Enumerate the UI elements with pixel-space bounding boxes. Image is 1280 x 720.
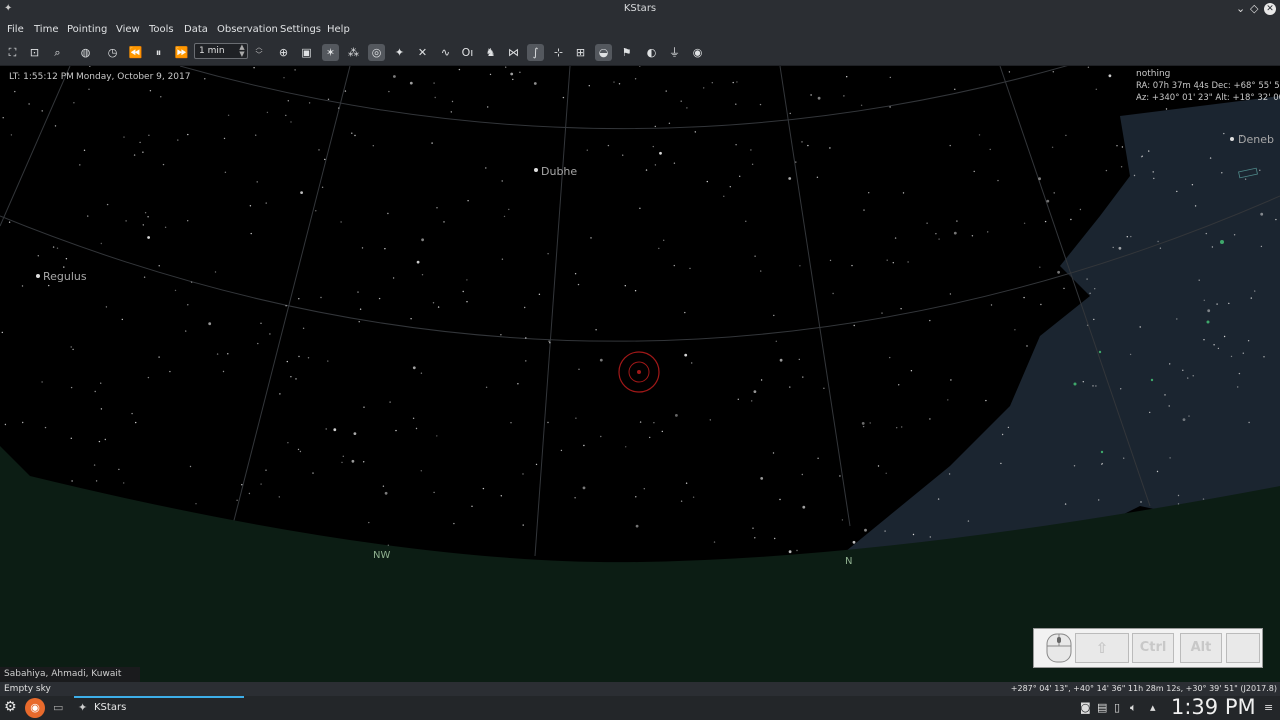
focus-object-name: nothing	[1136, 69, 1171, 79]
time-step-value: 1 min	[199, 46, 225, 56]
menu-observation[interactable]: Observation	[217, 24, 278, 35]
toggle-observing-list-icon[interactable]: ◉	[689, 44, 706, 61]
menu-view[interactable]: View	[116, 24, 140, 35]
toggle-deep-sky-icon[interactable]: ⁂	[345, 44, 362, 61]
find-object-icon[interactable]: ⌕	[49, 44, 66, 61]
sky-map[interactable]: LT: 1:55:12 PM Monday, October 9, 2017 n…	[0, 66, 1280, 682]
status-coordinates: +287° 04' 13", +40° 14' 36" 11h 28m 12s,…	[1010, 684, 1277, 693]
clipboard-icon[interactable]: ▤	[1097, 701, 1107, 714]
deneb-label: Deneb	[1238, 133, 1274, 146]
status-message: Empty sky	[4, 684, 51, 694]
dubhe-star[interactable]	[534, 168, 538, 172]
tray-expand-icon[interactable]: ▴	[1150, 701, 1156, 714]
terminal-icon[interactable]: ▭	[53, 701, 63, 714]
focus-target-icon	[618, 351, 660, 393]
toggle-ground-icon[interactable]: ◒	[595, 44, 612, 61]
minimize-icon[interactable]: ⌄	[1236, 2, 1245, 15]
toggle-supernovae-icon[interactable]: ✦	[391, 44, 408, 61]
toggle-constellation-lines-icon[interactable]: ∿	[437, 44, 454, 61]
ctrl-key: Ctrl	[1132, 633, 1174, 663]
geographic-location-icon[interactable]: ◍	[77, 44, 94, 61]
focus-azalt: Az: +340° 01' 23" Alt: +18° 32' 00"	[1136, 93, 1280, 103]
toggle-constellation-art-icon[interactable]: ♞	[482, 44, 499, 61]
deneb-star[interactable]	[1230, 137, 1234, 141]
toggle-constellation-names-icon[interactable]: Oı	[459, 44, 476, 61]
unit-down-icon[interactable]: ﹀	[254, 52, 264, 59]
status-bar: Empty sky +287° 04' 13", +40° 14' 36" 11…	[0, 682, 1280, 696]
milky-way	[840, 96, 1280, 566]
toggle-hips-icon[interactable]: ◐	[643, 44, 660, 61]
key-mouse-osd: ⇧ Ctrl Alt	[1033, 628, 1263, 668]
regulus-star[interactable]	[36, 274, 40, 278]
compass-n: N	[845, 556, 853, 567]
taskbar-entry-label: KStars	[94, 702, 127, 713]
toggle-milky-way-icon[interactable]: ∫	[527, 44, 544, 61]
alt-key: Alt	[1180, 633, 1222, 663]
panel-menu-icon[interactable]: ≡	[1264, 701, 1273, 714]
device-notifier-icon[interactable]: ▯	[1114, 701, 1120, 714]
menu-pointing[interactable]: Pointing	[67, 24, 107, 35]
main-toolbar: ⛶ ⊡ ⌕ ◍ ◷ ⏪ ⏸ ⏩ ⊕ ▣ ✶ ⁂ ◎ ✦ ✕ ∿ Oı ♞ ⋈ ∫…	[0, 40, 1280, 66]
kstars-tray-icon[interactable]: ◙	[1080, 701, 1091, 714]
menu-help[interactable]: Help	[327, 24, 350, 35]
unit-up-icon[interactable]: ︿	[254, 44, 264, 51]
menu-time[interactable]: Time	[34, 24, 58, 35]
spin-down-icon[interactable]: ▼	[237, 51, 247, 58]
volume-icon[interactable]: 🔈︎	[1130, 701, 1137, 715]
kstars-task-icon: ✦	[78, 701, 88, 714]
dubhe-label: Dubhe	[541, 165, 578, 178]
meta-key	[1226, 633, 1260, 663]
mouse-icon	[1046, 633, 1072, 663]
app-launcher-icon[interactable]: ⚙	[4, 699, 17, 715]
step-forward-icon[interactable]: ⏩	[173, 44, 190, 61]
image-icon[interactable]: ▣	[298, 44, 315, 61]
shift-key: ⇧	[1075, 633, 1129, 663]
toggle-stars-icon[interactable]: ✶	[322, 44, 339, 61]
close-icon[interactable]: ✕	[1264, 3, 1276, 15]
toggle-satellites-icon[interactable]: ✕	[414, 44, 431, 61]
menu-tools[interactable]: Tools	[149, 24, 174, 35]
keep-above-icon[interactable]: ◇	[1250, 2, 1258, 15]
menu-settings[interactable]: Settings	[280, 24, 321, 35]
compass-nw: NW	[373, 550, 391, 561]
location-label: Sabahiya, Ahmadi, Kuwait	[0, 667, 140, 682]
set-time-icon[interactable]: ◷	[104, 44, 121, 61]
toggle-coordinate-grid-icon[interactable]: ⊹	[550, 44, 567, 61]
step-backward-icon[interactable]: ⏪	[127, 44, 144, 61]
pause-clock-icon[interactable]: ⏸	[150, 44, 167, 61]
clock[interactable]: 1:39 PM	[1171, 695, 1256, 719]
local-time: LT: 1:55:12 PM	[9, 72, 74, 82]
taskbar: ⚙ ◉ ▭ ✦ KStars ◙ ▤ ▯ 🔈︎ ▴ 1:39 PM ≡	[0, 695, 1280, 720]
menu-data[interactable]: Data	[184, 24, 208, 35]
toggle-flags-icon[interactable]: ⚑	[618, 44, 635, 61]
toggle-solar-system-icon[interactable]: ◎	[368, 44, 385, 61]
telescope-icon[interactable]: ⊕	[275, 44, 292, 61]
focus-radec: RA: 07h 37m 44s Dec: +68° 55' 57"	[1136, 81, 1280, 91]
sky-canvas[interactable]	[0, 66, 1280, 682]
taskbar-entry-kstars[interactable]: ✦ KStars	[74, 696, 244, 720]
zoom-out-icon[interactable]: ⊡	[26, 44, 43, 61]
toggle-constellation-bounds-icon[interactable]: ⋈	[505, 44, 522, 61]
regulus-label: Regulus	[43, 270, 87, 283]
window-title: KStars	[623, 3, 657, 14]
title-bar: ✦ KStars ⌄ ◇ ✕	[0, 0, 1280, 19]
toggle-horizon-grid-icon[interactable]: ⊞	[572, 44, 589, 61]
toggle-fov-icon[interactable]: ⏚	[666, 44, 683, 61]
menu-file[interactable]: File	[7, 24, 24, 35]
active-indicator	[74, 696, 244, 698]
local-date: Monday, October 9, 2017	[76, 72, 191, 82]
firefox-icon[interactable]: ◉	[25, 698, 45, 718]
menu-bar: File Time Pointing View Tools Data Obser…	[0, 19, 1280, 40]
zoom-in-icon[interactable]: ⛶	[4, 44, 21, 61]
